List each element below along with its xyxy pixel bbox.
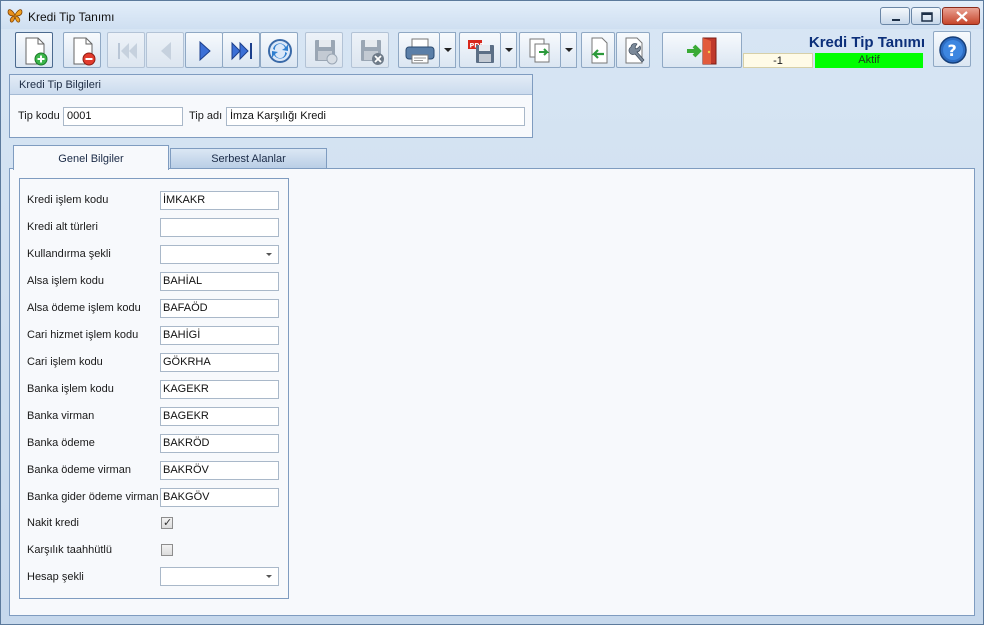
save-button[interactable]	[305, 32, 343, 68]
current-service-code-input[interactable]: BAHİGİ	[160, 326, 279, 345]
bank-transaction-code-input[interactable]: KAGEKR	[160, 380, 279, 399]
main-window: Kredi Tip Tanımı Kredi Tip Tanımı -1 Akt…	[0, 0, 984, 625]
tab-free-fields[interactable]: Serbest Alanlar	[170, 148, 327, 169]
previous-icon	[161, 42, 171, 60]
window-title: Kredi Tip Tanımı	[28, 10, 115, 24]
current-service-code-label: Cari hizmet işlem kodu	[27, 329, 139, 341]
pdf-dropdown-button[interactable]	[501, 32, 517, 68]
export-icon	[529, 38, 550, 63]
type-code-label: Tip kodu	[18, 110, 60, 122]
tab-general-info[interactable]: Genel Bilgiler	[13, 145, 169, 170]
bank-payment-label: Banka ödeme	[27, 437, 95, 449]
status-badge: Aktif	[815, 53, 923, 68]
close-button[interactable]	[942, 7, 980, 25]
close-icon	[956, 11, 968, 22]
current-transaction-code-label: Cari işlem kodu	[27, 356, 103, 368]
delete-record-button[interactable]	[63, 32, 101, 68]
credit-subtypes-input[interactable]	[160, 218, 279, 237]
credit-transaction-code-label: Kredi işlem kodu	[27, 194, 109, 206]
print-dropdown-button[interactable]	[440, 32, 456, 68]
type-name-input[interactable]: İmza Karşılığı Kredi	[226, 107, 525, 126]
alsa-payment-code-input[interactable]: BAFAÖD	[160, 299, 279, 318]
export-button[interactable]	[519, 32, 561, 68]
first-icon	[118, 43, 137, 59]
bank-transaction-code-label: Banka işlem kodu	[27, 383, 114, 395]
general-info-panel: Kredi işlem kodu İMKAKR Kredi alt türler…	[19, 178, 289, 599]
butterfly-icon	[7, 9, 23, 23]
import-icon	[591, 37, 608, 64]
export-dropdown-button[interactable]	[561, 32, 577, 68]
restore-icon	[921, 12, 933, 22]
new-document-plus-icon	[25, 37, 48, 66]
title-bar: Kredi Tip Tanımı	[1, 1, 983, 29]
help-icon: ?	[939, 36, 967, 64]
next-icon	[199, 40, 211, 62]
last-icon	[231, 41, 252, 61]
maximize-button[interactable]	[911, 7, 941, 25]
save-cancel-button[interactable]	[351, 32, 389, 68]
delete-document-icon	[73, 37, 96, 66]
tab-content: Kredi işlem kodu İMKAKR Kredi alt türler…	[9, 168, 975, 616]
save-cancel-icon	[361, 40, 384, 65]
last-record-button[interactable]	[222, 32, 260, 68]
minimize-button[interactable]	[880, 7, 910, 25]
usage-type-label: Kullandırma şekli	[27, 248, 111, 260]
previous-record-button[interactable]	[146, 32, 184, 68]
credit-subtypes-label: Kredi alt türleri	[27, 221, 98, 233]
first-record-button[interactable]	[107, 32, 145, 68]
bank-transfer-input[interactable]: BAGEKR	[160, 407, 279, 426]
cash-credit-checkbox[interactable]	[161, 516, 173, 529]
alsa-transaction-code-input[interactable]: BAHİAL	[160, 272, 279, 291]
refresh-button[interactable]	[260, 32, 298, 68]
alsa-payment-code-label: Alsa ödeme işlem kodu	[27, 302, 141, 314]
import-button[interactable]	[581, 32, 615, 68]
bank-payment-transfer-input[interactable]: BAKRÖV	[160, 461, 279, 480]
wrench-icon	[625, 37, 645, 64]
printer-icon	[405, 38, 435, 64]
type-code-input[interactable]: 0001	[63, 107, 183, 126]
alsa-transaction-code-label: Alsa işlem kodu	[27, 275, 105, 287]
account-type-select[interactable]	[160, 567, 279, 586]
cash-credit-label: Nakit kredi	[27, 517, 79, 529]
usage-type-select[interactable]	[160, 245, 279, 264]
svg-text:?: ?	[948, 41, 957, 60]
record-number: -1	[743, 53, 813, 68]
credit-type-info-group: Kredi Tip Bilgileri Tip kodu 0001 Tip ad…	[9, 74, 533, 138]
screen-title: Kredi Tip Tanımı	[808, 34, 925, 51]
exit-door-icon	[687, 37, 717, 65]
bank-transfer-label: Banka virman	[27, 410, 95, 422]
type-name-label: Tip adı	[189, 110, 223, 122]
exit-button[interactable]	[662, 32, 742, 68]
group-header: Kredi Tip Bilgileri	[10, 75, 532, 95]
bank-expense-payment-transfer-input[interactable]: BAKGÖV	[160, 488, 279, 507]
bank-expense-payment-transfer-label: Banka gider ödeme virman	[27, 491, 159, 503]
bank-payment-input[interactable]: BAKRÖD	[160, 434, 279, 453]
current-transaction-code-input[interactable]: GÖKRHA	[160, 353, 279, 372]
print-button[interactable]	[398, 32, 440, 68]
account-type-label: Hesap şekli	[27, 571, 84, 583]
save-icon	[315, 40, 338, 65]
next-record-button[interactable]	[185, 32, 223, 68]
pdf-export-button[interactable]: PDF	[459, 32, 501, 68]
help-button[interactable]: ?	[933, 31, 971, 67]
refresh-icon	[268, 39, 292, 63]
bank-payment-transfer-label: Banka ödeme virman	[27, 464, 131, 476]
collateral-commitment-checkbox[interactable]	[161, 544, 173, 556]
collateral-commitment-label: Karşılık taahhütlü	[27, 544, 112, 556]
pdf-save-icon: PDF	[468, 40, 494, 63]
settings-button[interactable]	[616, 32, 650, 68]
minimize-icon	[892, 19, 900, 21]
new-record-button[interactable]	[15, 32, 53, 68]
credit-transaction-code-input[interactable]: İMKAKR	[160, 191, 279, 210]
